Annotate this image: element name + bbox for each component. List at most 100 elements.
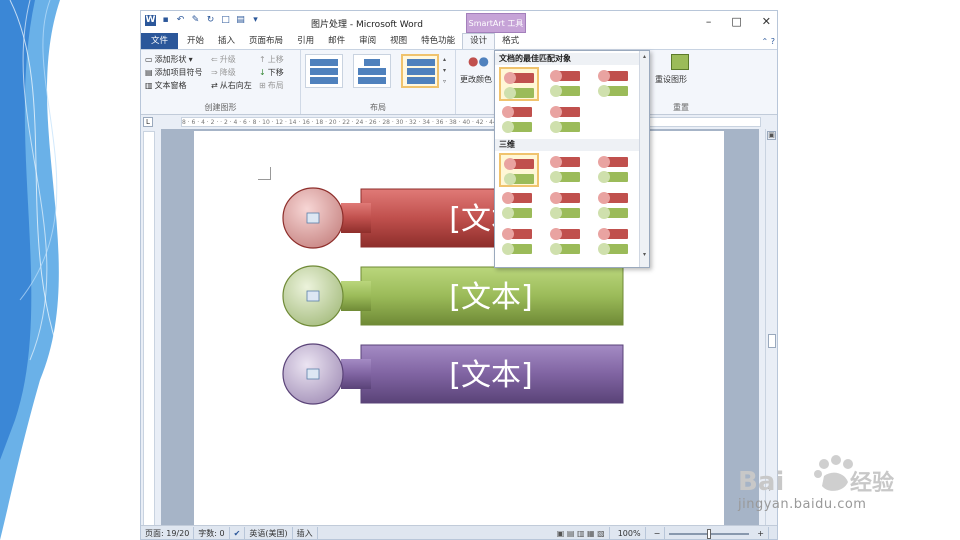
layout-group: ▴ ▾ ▿ 布局	[301, 50, 456, 114]
tab-mailings[interactable]: 邮件	[321, 33, 352, 49]
style-swatch[interactable]	[595, 67, 635, 101]
style-swatch[interactable]	[499, 103, 539, 137]
colors-group: ●● 更改颜色	[456, 50, 496, 114]
tab-review[interactable]: 审阅	[352, 33, 383, 49]
language-indicator[interactable]: 英语(美国)	[245, 527, 293, 539]
style-swatch[interactable]	[499, 225, 539, 259]
promote-button[interactable]: ⇐ 升级	[211, 54, 236, 65]
insert-mode[interactable]: 插入	[293, 527, 318, 539]
demote-button[interactable]: ⇒ 降级	[211, 67, 236, 78]
layout-option-3[interactable]	[401, 54, 439, 88]
layout-icon: ⊞	[259, 81, 266, 90]
document-area: [文本] [文本] [文本]	[161, 129, 759, 526]
maximize-icon[interactable]: □	[731, 15, 741, 28]
ruler-bar: L 8 · 6 · 4 · 2 · · 2 · 4 · 6 · 8 · 10 ·…	[141, 115, 777, 129]
layout-group-label: 布局	[370, 103, 386, 112]
horizontal-ruler[interactable]: 8 · 6 · 4 · 2 · · 2 · 4 · 6 · 8 · 10 · 1…	[181, 117, 761, 127]
create-group-label: 创建图形	[204, 103, 237, 112]
word-count[interactable]: 字数: 0	[194, 527, 230, 539]
brush-icon[interactable]: ✎	[190, 15, 201, 26]
tab-selector-icon[interactable]: L	[143, 117, 153, 127]
smartart-item[interactable]: [文本]	[282, 265, 624, 327]
gallery-up-icon[interactable]: ▴	[641, 53, 648, 60]
palette-icon: ●●	[468, 54, 489, 68]
zoom-slider[interactable]	[669, 529, 750, 539]
tab-references[interactable]: 引用	[290, 33, 321, 49]
scroll-thumb[interactable]	[768, 334, 776, 348]
change-colors-button[interactable]: 更改颜色	[460, 74, 492, 85]
view-icons[interactable]: ▣ ▤ ▥ ▦ ▧	[553, 527, 610, 539]
best-match-header: 文档的最佳匹配对象	[495, 53, 641, 65]
tab-features[interactable]: 特色功能	[414, 33, 462, 49]
proofing-icon[interactable]: ✔	[230, 527, 246, 539]
picture-icon	[306, 368, 320, 380]
word-logo-icon: W	[145, 15, 156, 26]
undo-icon[interactable]: ↶	[175, 15, 186, 26]
layout-option-1[interactable]	[305, 54, 343, 88]
add-bullet-button[interactable]: ▤ 添加项目符号	[145, 67, 203, 78]
style-swatch[interactable]	[499, 153, 539, 187]
style-swatch[interactable]	[547, 225, 587, 259]
move-up-button[interactable]: ↑ 上移	[259, 54, 284, 65]
ribbon-minimize-help[interactable]: ⌃ ?	[762, 37, 778, 46]
arrow-right-icon: ⇒	[211, 68, 218, 77]
layout-button[interactable]: ⊞ 布局	[259, 80, 284, 91]
print-icon[interactable]: ▤	[235, 15, 246, 26]
style-swatch[interactable]	[595, 153, 635, 187]
add-shape-icon: ▭	[145, 55, 153, 64]
smartart-connector	[341, 203, 371, 233]
zoom-level[interactable]: 100%	[614, 527, 646, 539]
tab-design[interactable]: 设计	[462, 33, 496, 49]
smartart-text[interactable]: [文本]	[449, 358, 532, 393]
tab-view[interactable]: 视图	[383, 33, 414, 49]
style-swatch[interactable]	[499, 67, 539, 101]
text-pane-icon: ▥	[145, 81, 153, 90]
layout-scroll-icon[interactable]: ▴ ▾ ▿	[443, 54, 446, 87]
gallery-down-icon[interactable]: ▾	[641, 251, 648, 258]
ruler-toggle-icon[interactable]: ▣	[767, 131, 776, 140]
bullet-icon: ▤	[145, 68, 153, 77]
zoom-slider-thumb[interactable]	[707, 529, 712, 539]
create-graphic-group: ▭ 添加形状 ▾ ▤ 添加项目符号 ▥ 文本窗格 ⇐ 升级 ⇒ 降级 ⇄ 从右向左 ↑ 上移 ↓…	[141, 50, 301, 114]
reset-graphic-button[interactable]: 重设图形	[655, 74, 687, 85]
smartart-text[interactable]: [文本]	[449, 280, 532, 315]
smartart-graphic[interactable]: [文本][文本][文本]	[161, 129, 759, 526]
style-swatch[interactable]	[547, 153, 587, 187]
vertical-ruler[interactable]	[143, 131, 155, 526]
style-swatch[interactable]	[547, 103, 587, 137]
picture-icon	[306, 290, 320, 302]
gallery-scrollbar[interactable]: ▴ ▾	[639, 51, 649, 267]
tab-file[interactable]: 文件	[141, 33, 179, 49]
tab-page-layout[interactable]: 页面布局	[242, 33, 290, 49]
smartart-connector	[341, 359, 371, 389]
style-swatch[interactable]	[595, 189, 635, 223]
blue-decoration	[0, 0, 78, 540]
style-swatch[interactable]	[499, 189, 539, 223]
tab-format[interactable]: 格式	[495, 33, 526, 49]
smartart-item[interactable]: [文本]	[282, 343, 624, 405]
layout-option-2[interactable]	[353, 54, 391, 88]
style-swatch[interactable]	[547, 189, 587, 223]
text-pane-button[interactable]: ▥ 文本窗格	[145, 80, 187, 91]
close-icon[interactable]: ✕	[762, 15, 771, 28]
right-to-left-button[interactable]: ⇄ 从右向左	[211, 80, 252, 91]
add-shape-button[interactable]: ▭ 添加形状 ▾	[145, 54, 193, 65]
customize-icon[interactable]: ▾	[250, 15, 261, 26]
window-title: 图片处理 - Microsoft Word	[311, 20, 423, 30]
arrow-up-icon: ↑	[259, 55, 266, 64]
tab-insert[interactable]: 插入	[211, 33, 242, 49]
redo-icon[interactable]: ↻	[205, 15, 216, 26]
style-swatch[interactable]	[547, 67, 587, 101]
style-swatch[interactable]	[595, 225, 635, 259]
zoom-out-icon[interactable]: −	[650, 527, 666, 539]
title-bar: W ▪ ↶ ✎ ↻ □ ▤ ▾ 图片处理 - Microsoft Word Sm…	[141, 11, 777, 33]
watermark-brand-cn: 经验	[850, 470, 894, 496]
move-down-button[interactable]: ↓ 下移	[259, 67, 284, 78]
zoom-in-icon[interactable]: +	[753, 527, 769, 539]
ribbon: ▭ 添加形状 ▾ ▤ 添加项目符号 ▥ 文本窗格 ⇐ 升级 ⇒ 降级 ⇄ 从右向左 ↑ 上移 ↓…	[141, 50, 777, 115]
page-indicator[interactable]: 页面: 19/20	[141, 527, 195, 539]
save-icon[interactable]: ▪	[160, 15, 171, 26]
new-doc-icon[interactable]: □	[220, 15, 231, 26]
minimize-icon[interactable]: –	[706, 15, 712, 28]
tab-home[interactable]: 开始	[180, 33, 211, 49]
